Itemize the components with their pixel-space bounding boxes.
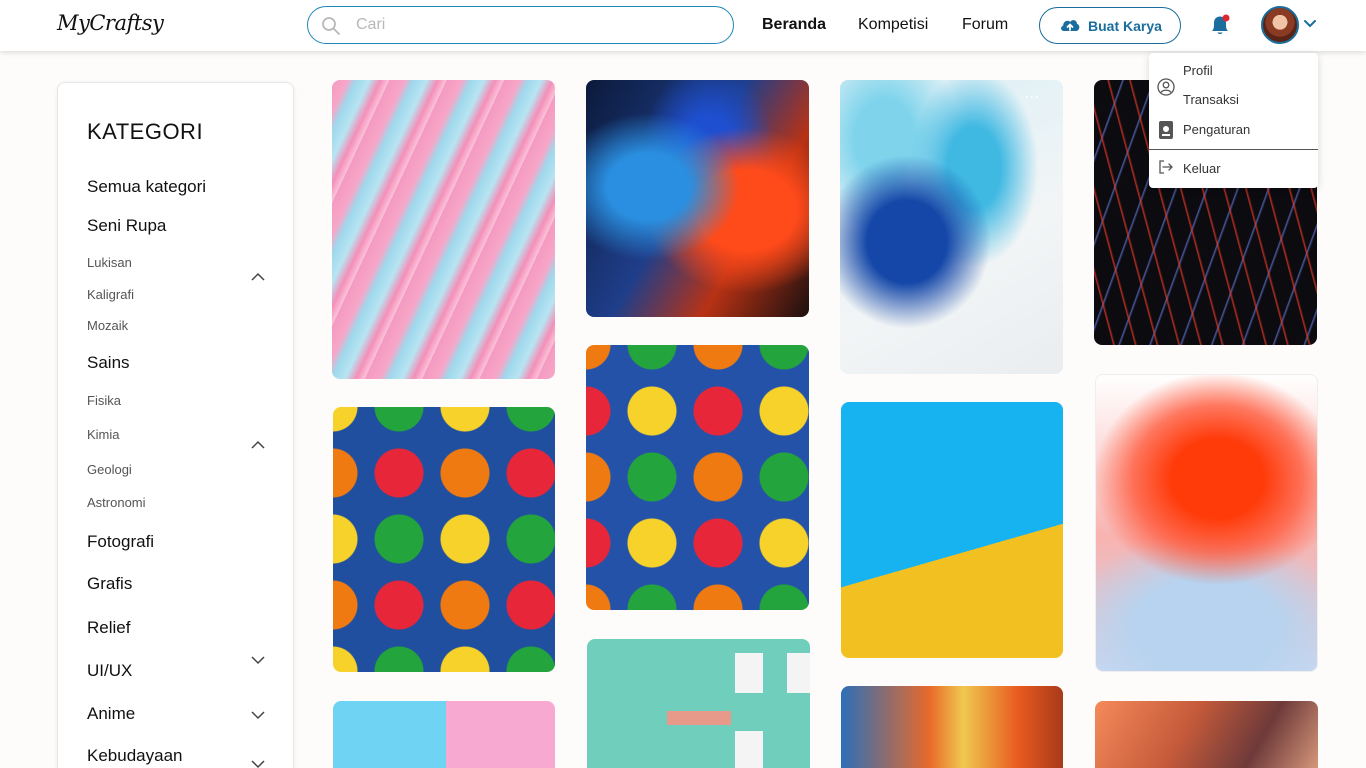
- menu-item-transaksi[interactable]: Transaksi: [1149, 88, 1318, 112]
- avatar[interactable]: [1261, 6, 1299, 44]
- nav-forum[interactable]: Forum: [962, 16, 1008, 34]
- category-fotografi[interactable]: Fotografi: [87, 532, 154, 552]
- category-all[interactable]: Semua kategori: [87, 177, 206, 197]
- search-bar[interactable]: [307, 6, 734, 44]
- menu-item-pengaturan[interactable]: Pengaturan: [1149, 118, 1318, 142]
- profile-dropdown-menu: Profil Transaksi Pengaturan Keluar: [1149, 53, 1318, 188]
- menu-item-label: Keluar: [1183, 161, 1221, 176]
- bell-icon[interactable]: [1209, 13, 1231, 37]
- category-anime[interactable]: Anime: [87, 704, 135, 724]
- gallery-item-ink-smoke-red-blue[interactable]: [586, 80, 809, 317]
- menu-item-label: Profil: [1183, 63, 1213, 78]
- subcategory-geologi[interactable]: Geologi: [87, 462, 132, 477]
- menu-item-keluar[interactable]: Keluar: [1149, 157, 1318, 181]
- category-ui-ux[interactable]: UI/UX: [87, 661, 132, 681]
- gallery-item-mint-building[interactable]: [587, 639, 810, 768]
- top-bar: MyCraftsy Beranda Kompetisi Forum Buat K…: [0, 0, 1366, 51]
- logo[interactable]: MyCraftsy: [57, 11, 164, 35]
- chevron-up-icon[interactable]: [250, 440, 266, 450]
- subcategory-mozaik[interactable]: Mozaik: [87, 318, 128, 333]
- cloud-upload-icon: [1061, 20, 1080, 31]
- gallery-item-sunset-clouds[interactable]: [1095, 701, 1318, 768]
- category-kebudayaan[interactable]: Kebudayaan: [87, 746, 182, 766]
- category-relief[interactable]: Relief: [87, 618, 130, 638]
- subcategory-kaligrafi[interactable]: Kaligrafi: [87, 287, 134, 302]
- gallery-item-pink-blue-fluid-art[interactable]: [332, 80, 555, 379]
- gallery-item-colorful-umbrellas[interactable]: [333, 407, 555, 672]
- gallery-item-red-gradient-blur[interactable]: [1095, 374, 1318, 672]
- menu-item-label: Transaksi: [1183, 92, 1239, 107]
- chevron-up-icon[interactable]: [250, 272, 266, 282]
- more-options-icon[interactable]: ···: [1025, 90, 1040, 104]
- category-sains[interactable]: Sains: [87, 353, 130, 373]
- chevron-down-icon[interactable]: [250, 759, 266, 768]
- chevron-down-icon[interactable]: [1303, 19, 1317, 29]
- category-sidebar: KATEGORI Semua kategori Seni Rupa Lukisa…: [57, 82, 294, 768]
- chevron-down-icon[interactable]: [250, 655, 266, 665]
- menu-divider: [1149, 149, 1318, 150]
- nav-beranda[interactable]: Beranda: [762, 16, 826, 34]
- subcategory-astronomi[interactable]: Astronomi: [87, 495, 146, 510]
- create-work-label: Buat Karya: [1088, 18, 1162, 34]
- gallery-item-pastel-donuts[interactable]: [333, 701, 555, 768]
- create-work-button[interactable]: Buat Karya: [1039, 7, 1181, 44]
- category-grafis[interactable]: Grafis: [87, 574, 132, 594]
- gallery-item-blue-white-splash[interactable]: [840, 80, 1063, 374]
- gallery-item-pool-ladder-yellow[interactable]: [841, 402, 1063, 658]
- settings-icon: [1159, 121, 1173, 139]
- search-icon: [322, 17, 340, 35]
- sidebar-title: KATEGORI: [87, 119, 204, 144]
- subcategory-kimia[interactable]: Kimia: [87, 427, 120, 442]
- category-seni-rupa[interactable]: Seni Rupa: [87, 216, 166, 236]
- nav-kompetisi[interactable]: Kompetisi: [858, 16, 928, 34]
- gallery-item-colorful-facade[interactable]: [841, 686, 1063, 768]
- chevron-down-icon[interactable]: [250, 710, 266, 720]
- subcategory-fisika[interactable]: Fisika: [87, 393, 121, 408]
- menu-item-label: Pengaturan: [1183, 122, 1251, 137]
- subcategory-lukisan[interactable]: Lukisan: [87, 255, 132, 270]
- logout-icon: [1159, 160, 1173, 174]
- gallery-item-umbrellas-sky[interactable]: [586, 345, 809, 610]
- search-input[interactable]: [356, 15, 716, 35]
